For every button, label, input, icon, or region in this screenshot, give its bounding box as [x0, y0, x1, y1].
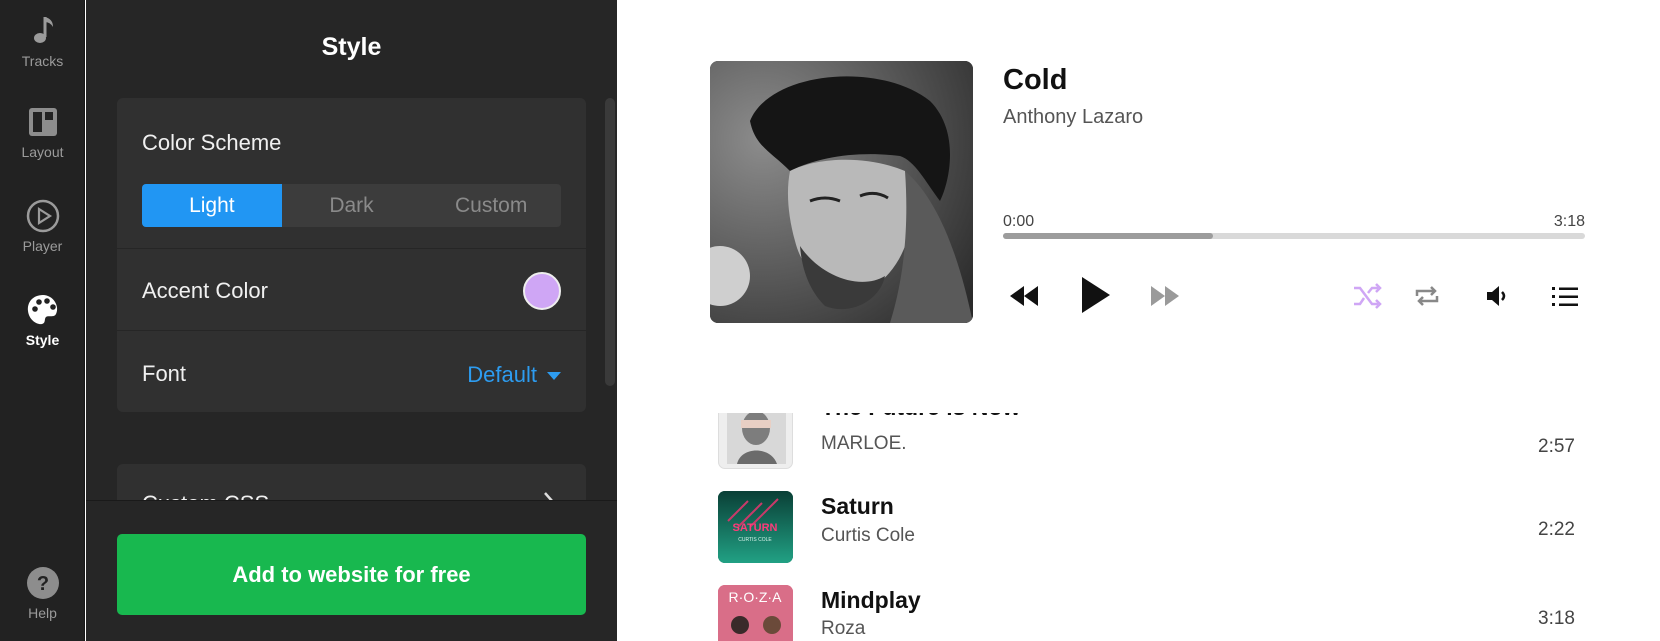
- track-artist: Roza: [821, 618, 866, 639]
- style-panel: Style Color Scheme Light Dark Custom Acc…: [86, 0, 617, 641]
- color-scheme-toggle: Light Dark Custom: [142, 184, 561, 227]
- play-icon[interactable]: [1078, 271, 1112, 319]
- track-title: The Future is Now: [821, 413, 1020, 421]
- track-row[interactable]: The Future is Now MARLOE. 2:57: [618, 413, 1660, 477]
- scheme-option-light[interactable]: Light: [142, 184, 282, 227]
- track-duration: 3:18: [1538, 608, 1575, 629]
- accent-color-swatch[interactable]: [523, 272, 561, 310]
- now-playing-title: Cold: [1003, 64, 1068, 96]
- font-select[interactable]: Default: [467, 362, 561, 388]
- track-artist: MARLOE.: [821, 433, 907, 454]
- rail-label-style: Style: [25, 332, 60, 348]
- album-art: [710, 61, 973, 323]
- font-row: Font Default: [117, 331, 586, 412]
- repeat-icon[interactable]: [1413, 282, 1441, 310]
- saturn-cover-subtext: CURTIS COLE: [738, 537, 772, 543]
- progress-fill: [1003, 233, 1213, 239]
- add-to-website-button[interactable]: Add to website for free: [117, 534, 586, 615]
- elapsed-time: 0:00: [1003, 213, 1035, 230]
- chevron-down-icon: [547, 372, 561, 381]
- playlist-icon[interactable]: [1551, 284, 1579, 308]
- rail-item-style[interactable]: Style: [0, 292, 85, 348]
- track-title: Mindplay: [821, 587, 921, 613]
- rail-item-help[interactable]: ? Help: [0, 565, 85, 621]
- rail-item-tracks[interactable]: Tracks: [0, 13, 85, 69]
- track-row[interactable]: SATURN CURTIS COLE Saturn Curtis Cole 2:…: [618, 489, 1660, 577]
- progress-bar[interactable]: [1003, 233, 1585, 239]
- music-note-icon: [33, 17, 53, 43]
- track-title: Saturn: [821, 493, 894, 519]
- style-settings-card: Color Scheme Light Dark Custom Accent Co…: [117, 98, 586, 412]
- rail-item-player[interactable]: Player: [0, 198, 85, 254]
- panel-title: Style: [321, 33, 382, 61]
- play-circle-icon: [26, 199, 59, 233]
- player-preview: Cold Anthony Lazaro 0:00 3:18 MARLOE. 2:…: [618, 0, 1660, 641]
- font-label: Font: [142, 361, 187, 386]
- scheme-option-dark[interactable]: Dark: [282, 184, 422, 227]
- track-duration: 2:22: [1538, 519, 1575, 540]
- rail-label-help: Help: [28, 605, 57, 621]
- rail-label-tracks: Tracks: [21, 53, 64, 69]
- accent-color-label: Accent Color: [142, 278, 268, 303]
- help-icon: ?: [26, 567, 59, 599]
- album-cover: [710, 61, 973, 323]
- rail-label-player: Player: [22, 238, 63, 254]
- track-duration: 2:57: [1538, 436, 1575, 457]
- color-scheme-label: Color Scheme: [142, 130, 282, 155]
- rail-label-layout: Layout: [21, 144, 64, 160]
- now-playing-artist: Anthony Lazaro: [1003, 106, 1144, 128]
- track-artist: Curtis Cole: [821, 525, 915, 546]
- font-select-value: Default: [467, 362, 537, 387]
- accent-color-row: Accent Color: [117, 249, 586, 331]
- svg-text:?: ?: [36, 573, 48, 595]
- saturn-cover-text: SATURN: [732, 522, 777, 534]
- volume-icon[interactable]: [1484, 283, 1510, 309]
- roza-cover-text: R·O·Z·A: [729, 589, 783, 605]
- total-duration: 3:18: [1553, 213, 1585, 230]
- color-scheme-row: Color Scheme Light Dark Custom: [117, 98, 586, 249]
- track-thumb: [718, 413, 793, 469]
- track-thumb: R·O·Z·A: [718, 585, 793, 641]
- bottom-bar: Add to website for free: [86, 500, 617, 641]
- fast-forward-icon[interactable]: [1149, 276, 1181, 316]
- shuffle-icon[interactable]: [1352, 282, 1382, 310]
- layout-icon: [28, 108, 57, 136]
- rail-item-layout[interactable]: Layout: [0, 104, 85, 160]
- panel-scrollbar[interactable]: [605, 98, 615, 386]
- rewind-icon[interactable]: [1008, 276, 1040, 316]
- track-thumb: SATURN CURTIS COLE: [718, 491, 793, 563]
- icon-rail: Tracks Layout Player Style ? Help: [0, 0, 85, 641]
- track-row[interactable]: R·O·Z·A Mindplay Roza 3:18: [618, 583, 1660, 641]
- scheme-option-custom[interactable]: Custom: [421, 184, 561, 227]
- palette-icon: [27, 295, 57, 325]
- track-list: The Future is Now MARLOE. 2:57 SATURN CU…: [618, 413, 1660, 641]
